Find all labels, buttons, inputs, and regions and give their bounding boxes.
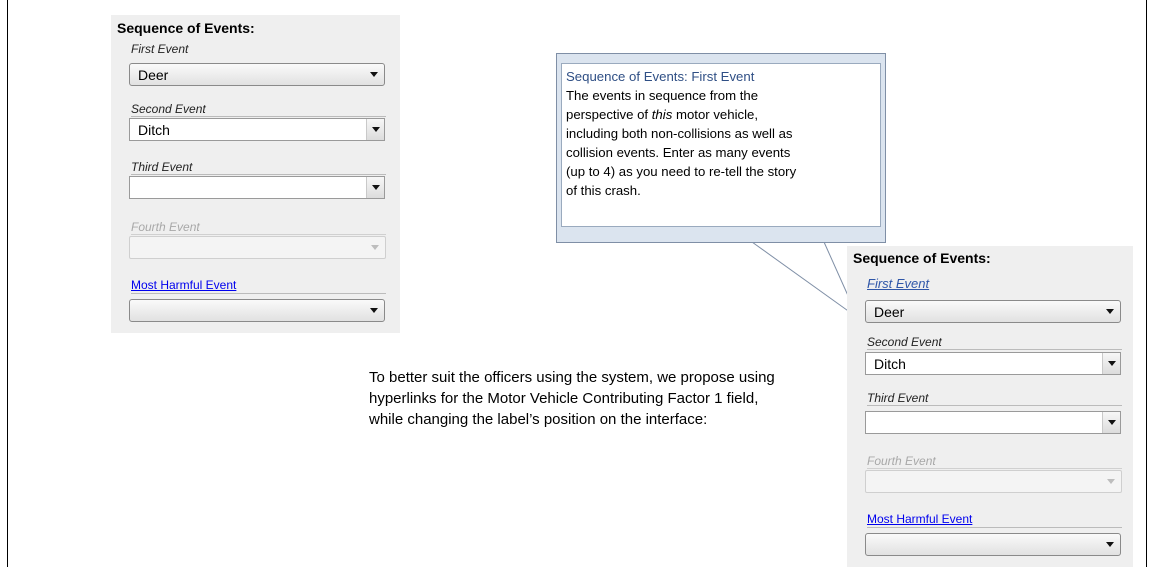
second-event-value: Ditch <box>138 122 170 138</box>
dropdown-button[interactable] <box>366 119 384 140</box>
divider <box>867 527 1122 528</box>
second-event-select[interactable]: Ditch <box>865 352 1121 375</box>
panel-title: Sequence of Events: <box>853 250 991 266</box>
most-harmful-event-select[interactable] <box>865 533 1121 556</box>
third-event-select[interactable] <box>865 411 1121 434</box>
description-line: To better suit the officers using the sy… <box>369 369 775 386</box>
chevron-down-icon <box>370 308 378 313</box>
tooltip-line: (up to 4) as you need to re-tell the sto… <box>566 164 797 179</box>
first-event-value: Deer <box>874 304 905 320</box>
chevron-down-icon <box>371 245 379 250</box>
first-event-select[interactable]: Deer <box>129 63 385 86</box>
proposal-description: To better suit the officers using the sy… <box>369 367 839 430</box>
tooltip-line: perspective of this motor vehicle, <box>566 107 759 122</box>
chevron-down-icon <box>1108 420 1116 425</box>
divider <box>131 293 386 294</box>
description-line: while changing the label’s position on t… <box>369 411 708 428</box>
panel-title: Sequence of Events: <box>117 20 255 36</box>
chevron-down-icon <box>1106 309 1114 314</box>
chevron-down-icon <box>1108 361 1116 366</box>
first-event-link[interactable]: First Event <box>867 276 929 291</box>
third-event-label: Third Event <box>867 391 1122 406</box>
first-event-select[interactable]: Deer <box>865 300 1121 323</box>
description-line: hyperlinks for the Motor Vehicle Contrib… <box>369 390 759 407</box>
chevron-down-icon <box>1107 479 1115 484</box>
fourth-event-label: Fourth Event <box>131 220 386 235</box>
sequence-panel-proposed: Sequence of Events: First Event Deer Sec… <box>847 246 1133 567</box>
help-tooltip: Sequence of Events: First Event The even… <box>556 53 886 243</box>
tooltip-line: collision events. Enter as many events <box>566 145 791 160</box>
third-event-label: Third Event <box>131 160 386 175</box>
fourth-event-select <box>865 470 1122 493</box>
tooltip-content: Sequence of Events: First Event The even… <box>561 63 881 227</box>
dropdown-button[interactable] <box>1102 353 1120 374</box>
chevron-down-icon <box>372 127 380 132</box>
fourth-event-label: Fourth Event <box>867 454 1122 469</box>
third-event-select[interactable] <box>129 176 385 199</box>
second-event-label: Second Event <box>131 102 386 117</box>
tooltip-line: of this crash. <box>566 183 641 198</box>
dropdown-button[interactable] <box>366 177 384 198</box>
second-event-select[interactable]: Ditch <box>129 118 385 141</box>
most-harmful-event-link[interactable]: Most Harmful Event <box>867 512 972 526</box>
chevron-down-icon <box>1106 542 1114 547</box>
second-event-label: Second Event <box>867 335 1122 350</box>
first-event-value: Deer <box>138 67 169 83</box>
fourth-event-select <box>129 236 386 259</box>
tooltip-line: including both non-collisions as well as <box>566 126 793 141</box>
most-harmful-event-link[interactable]: Most Harmful Event <box>131 278 236 292</box>
tooltip-line: The events in sequence from the <box>566 88 759 103</box>
first-event-label: First Event <box>131 42 189 56</box>
tooltip-title: Sequence of Events: First Event <box>566 69 755 84</box>
chevron-down-icon <box>370 72 378 77</box>
most-harmful-event-select[interactable] <box>129 299 385 322</box>
chevron-down-icon <box>372 185 380 190</box>
second-event-value: Ditch <box>874 356 906 372</box>
dropdown-button[interactable] <box>1102 412 1120 433</box>
sequence-panel-original: Sequence of Events: First Event Deer Sec… <box>111 15 400 333</box>
